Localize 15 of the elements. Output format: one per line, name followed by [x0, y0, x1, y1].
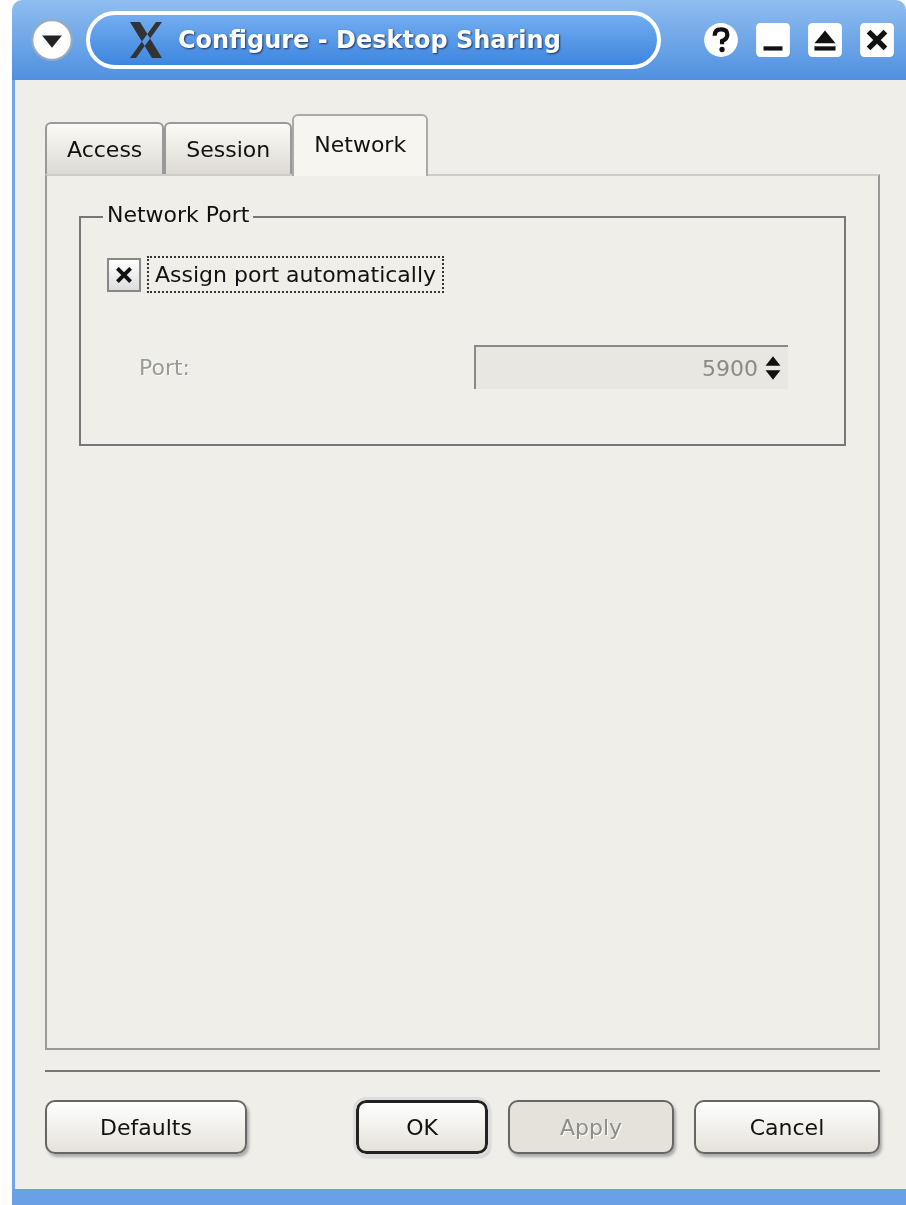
- checkbox-label[interactable]: Assign port automatically: [147, 256, 445, 293]
- maximize-icon[interactable]: [806, 21, 844, 59]
- dialog-button[interactable]: OK: [356, 1100, 488, 1154]
- window-title: Configure - Desktop Sharing: [178, 26, 561, 54]
- tab[interactable]: Access: [45, 122, 165, 174]
- window-menu-icon[interactable]: [30, 18, 74, 62]
- help-icon[interactable]: [702, 21, 740, 59]
- dialog-button[interactable]: Cancel: [694, 1100, 880, 1154]
- close-icon[interactable]: [858, 21, 896, 59]
- tab[interactable]: Session: [164, 122, 293, 174]
- tab[interactable]: Network: [292, 114, 429, 176]
- checkbox[interactable]: [107, 257, 141, 292]
- minimize-icon[interactable]: [754, 21, 792, 59]
- port-label: Port:: [139, 354, 191, 380]
- dialog-button[interactable]: Defaults: [45, 1100, 247, 1154]
